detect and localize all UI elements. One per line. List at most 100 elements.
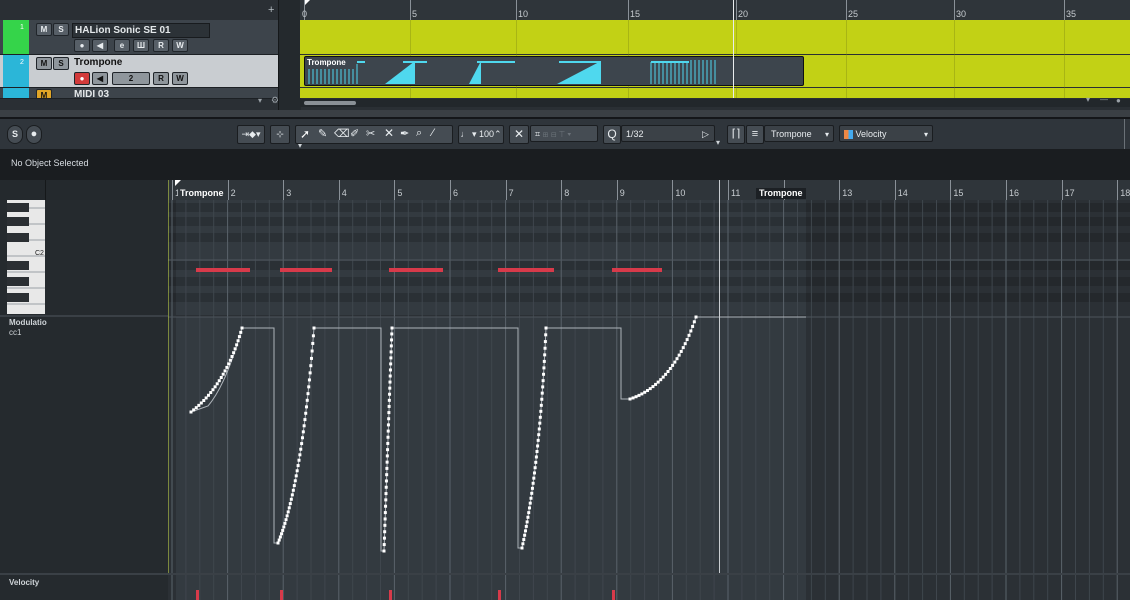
velocity-lane-name[interactable]: Velocity xyxy=(9,578,39,587)
project-ruler[interactable]: 0 5 10 15 20 25 30 35 xyxy=(300,0,1130,21)
ruler-label: 25 xyxy=(848,9,859,19)
ruler-label: 0 xyxy=(302,9,308,19)
zoom-tool-icon[interactable]: ⌕ xyxy=(416,127,422,140)
zoom-down-icon[interactable]: ▾ xyxy=(1086,95,1090,104)
ruler-label: 15 xyxy=(953,188,964,198)
chevron-down-icon[interactable]: ▾ xyxy=(716,138,720,147)
part-boundary-icon[interactable]: ⌈⌉ xyxy=(727,125,745,144)
ruler-tick xyxy=(950,180,952,200)
ruler-tick xyxy=(728,180,729,200)
add-track-icon[interactable]: + xyxy=(268,4,274,16)
record-mode-icon[interactable]: ● xyxy=(26,125,42,144)
track-color-strip xyxy=(3,55,29,87)
nudge-value-field[interactable]: ♩ ▾ 100⌃ xyxy=(458,125,504,144)
solo-editor-button[interactable]: S xyxy=(7,125,23,144)
track-trompone[interactable]: 2 M S Trompone ● ◀ 2 R W xyxy=(0,55,278,88)
track-midi-03[interactable]: M MIDI 03 xyxy=(0,88,278,99)
monitor-button[interactable]: ◀ xyxy=(92,39,108,52)
ruler-tick xyxy=(450,180,451,200)
ruler-label: 7 xyxy=(508,188,514,198)
solo-button[interactable]: S xyxy=(53,57,69,70)
scroll-thumb[interactable] xyxy=(304,101,356,105)
ruler-tick xyxy=(394,180,396,200)
zoom-handle-icon[interactable]: ● xyxy=(1116,96,1121,105)
key-c2-label: C2 xyxy=(35,250,44,257)
ruler-label: 15 xyxy=(630,9,641,19)
ruler-tick xyxy=(1006,180,1007,200)
part-start-line xyxy=(168,180,169,598)
track-name[interactable]: Trompone xyxy=(72,56,208,69)
erase-tool-icon[interactable]: ⌫ xyxy=(334,127,350,140)
project-window: + 1 M S HALion Sonic SE 01 ● ◀ e Ш R W 2… xyxy=(0,0,1130,110)
snap-toggle-icon[interactable]: ✕ xyxy=(509,125,529,144)
controller-lane-name[interactable]: Modulatio xyxy=(9,318,47,327)
mute-tool-icon[interactable]: ✒ xyxy=(400,127,409,140)
ruler-label: 10 xyxy=(675,188,686,198)
solo-button[interactable]: S xyxy=(53,23,69,36)
play-icon: ▷ xyxy=(702,129,709,139)
locator-flag-icon[interactable] xyxy=(175,180,181,186)
write-automation-button[interactable]: W xyxy=(172,72,188,85)
project-cursor[interactable] xyxy=(733,0,734,98)
midi-note[interactable] xyxy=(612,268,662,272)
read-automation-button[interactable]: R xyxy=(153,39,169,52)
write-automation-button[interactable]: W xyxy=(172,39,188,52)
quantize-icon[interactable]: Q xyxy=(603,125,621,144)
controller-lane-cc: cc1 xyxy=(9,328,22,337)
object-selection-tool-icon[interactable]: ➚ xyxy=(300,127,310,141)
event-lane-midi-03[interactable] xyxy=(300,88,1130,98)
controller-lane-velocity[interactable]: Velocity xyxy=(0,573,1130,600)
mute-button[interactable]: M xyxy=(36,23,52,36)
chevron-down-icon: ▾ xyxy=(924,130,929,139)
event-lane-halion[interactable] xyxy=(300,20,1130,54)
autoscroll-icon[interactable]: ⊹ xyxy=(270,125,290,144)
track-list-icon[interactable]: ≡ xyxy=(746,125,764,144)
scroll-down-icon[interactable]: ▾ xyxy=(258,96,262,105)
note-grid xyxy=(168,200,1130,315)
ruler-label: 17 xyxy=(1064,188,1075,198)
trim-tool-icon[interactable]: ✐ xyxy=(350,127,359,140)
editor-ruler[interactable]: 123456789101112131415161718 Trompone Tro… xyxy=(0,180,1130,201)
part-start-label: Trompone xyxy=(178,188,226,199)
midi-channel-select[interactable]: 2 xyxy=(112,72,150,85)
midi-note[interactable] xyxy=(196,268,250,272)
midi-part-trompone[interactable]: Trompone xyxy=(304,56,804,86)
controller-lane-modulation[interactable]: Modulatio cc1 xyxy=(0,315,1130,573)
midi-note[interactable] xyxy=(280,268,332,272)
edit-instrument-button[interactable]: e xyxy=(114,39,130,52)
line-tool-icon[interactable]: ⁄ xyxy=(432,127,434,139)
record-enable-button[interactable]: ● xyxy=(74,39,90,52)
editor-cursor[interactable] xyxy=(719,180,720,598)
grid-type-group[interactable]: ⌗ ⊞ ⊟ ⊤ ▾ xyxy=(530,125,598,142)
monitor-button[interactable]: ◀ xyxy=(92,72,108,85)
read-automation-button[interactable]: R xyxy=(153,72,169,85)
track-name[interactable]: MIDI 03 xyxy=(72,88,208,98)
current-track-select[interactable]: Trompone ▾ xyxy=(764,125,834,142)
ruler-label: 6 xyxy=(453,188,459,198)
mute-button[interactable]: M xyxy=(36,57,52,70)
zone-divider[interactable] xyxy=(0,110,1130,117)
draw-tool-icon[interactable]: ✎ xyxy=(318,127,327,140)
controller-lane-select[interactable]: Velocity ▾ xyxy=(839,125,933,142)
midi-note[interactable] xyxy=(389,268,443,272)
ruler-label: 9 xyxy=(619,188,625,198)
zoom-slider-icon[interactable]: — xyxy=(1100,95,1108,104)
instrument-button[interactable]: Ш xyxy=(133,39,149,52)
splitter[interactable] xyxy=(278,0,301,110)
track-halion[interactable]: 1 M S HALion Sonic SE 01 ● ◀ e Ш R W xyxy=(0,20,278,55)
ruler-tick xyxy=(338,180,340,200)
record-enable-button[interactable]: ● xyxy=(74,72,90,85)
mute-button[interactable]: M xyxy=(36,89,52,98)
project-h-scrollbar[interactable]: ▾ — ● xyxy=(300,95,1130,107)
quantize-preset-select[interactable]: 1/32 ▷ xyxy=(621,125,715,142)
note-display[interactable] xyxy=(168,200,1130,315)
piano-keyboard[interactable]: C2 xyxy=(7,200,45,314)
midi-note[interactable] xyxy=(498,268,554,272)
insert-velocity-icon[interactable]: ⇥◆▾ xyxy=(237,125,265,144)
split-tool-icon[interactable]: ✂ xyxy=(366,127,375,140)
glue-tool-icon[interactable]: ✕ xyxy=(384,126,394,140)
ruler-tick xyxy=(227,180,229,200)
track-name[interactable]: HALion Sonic SE 01 xyxy=(72,23,210,38)
ruler-label: 11 xyxy=(731,188,741,198)
grid-icon: ⌗ xyxy=(535,129,541,139)
